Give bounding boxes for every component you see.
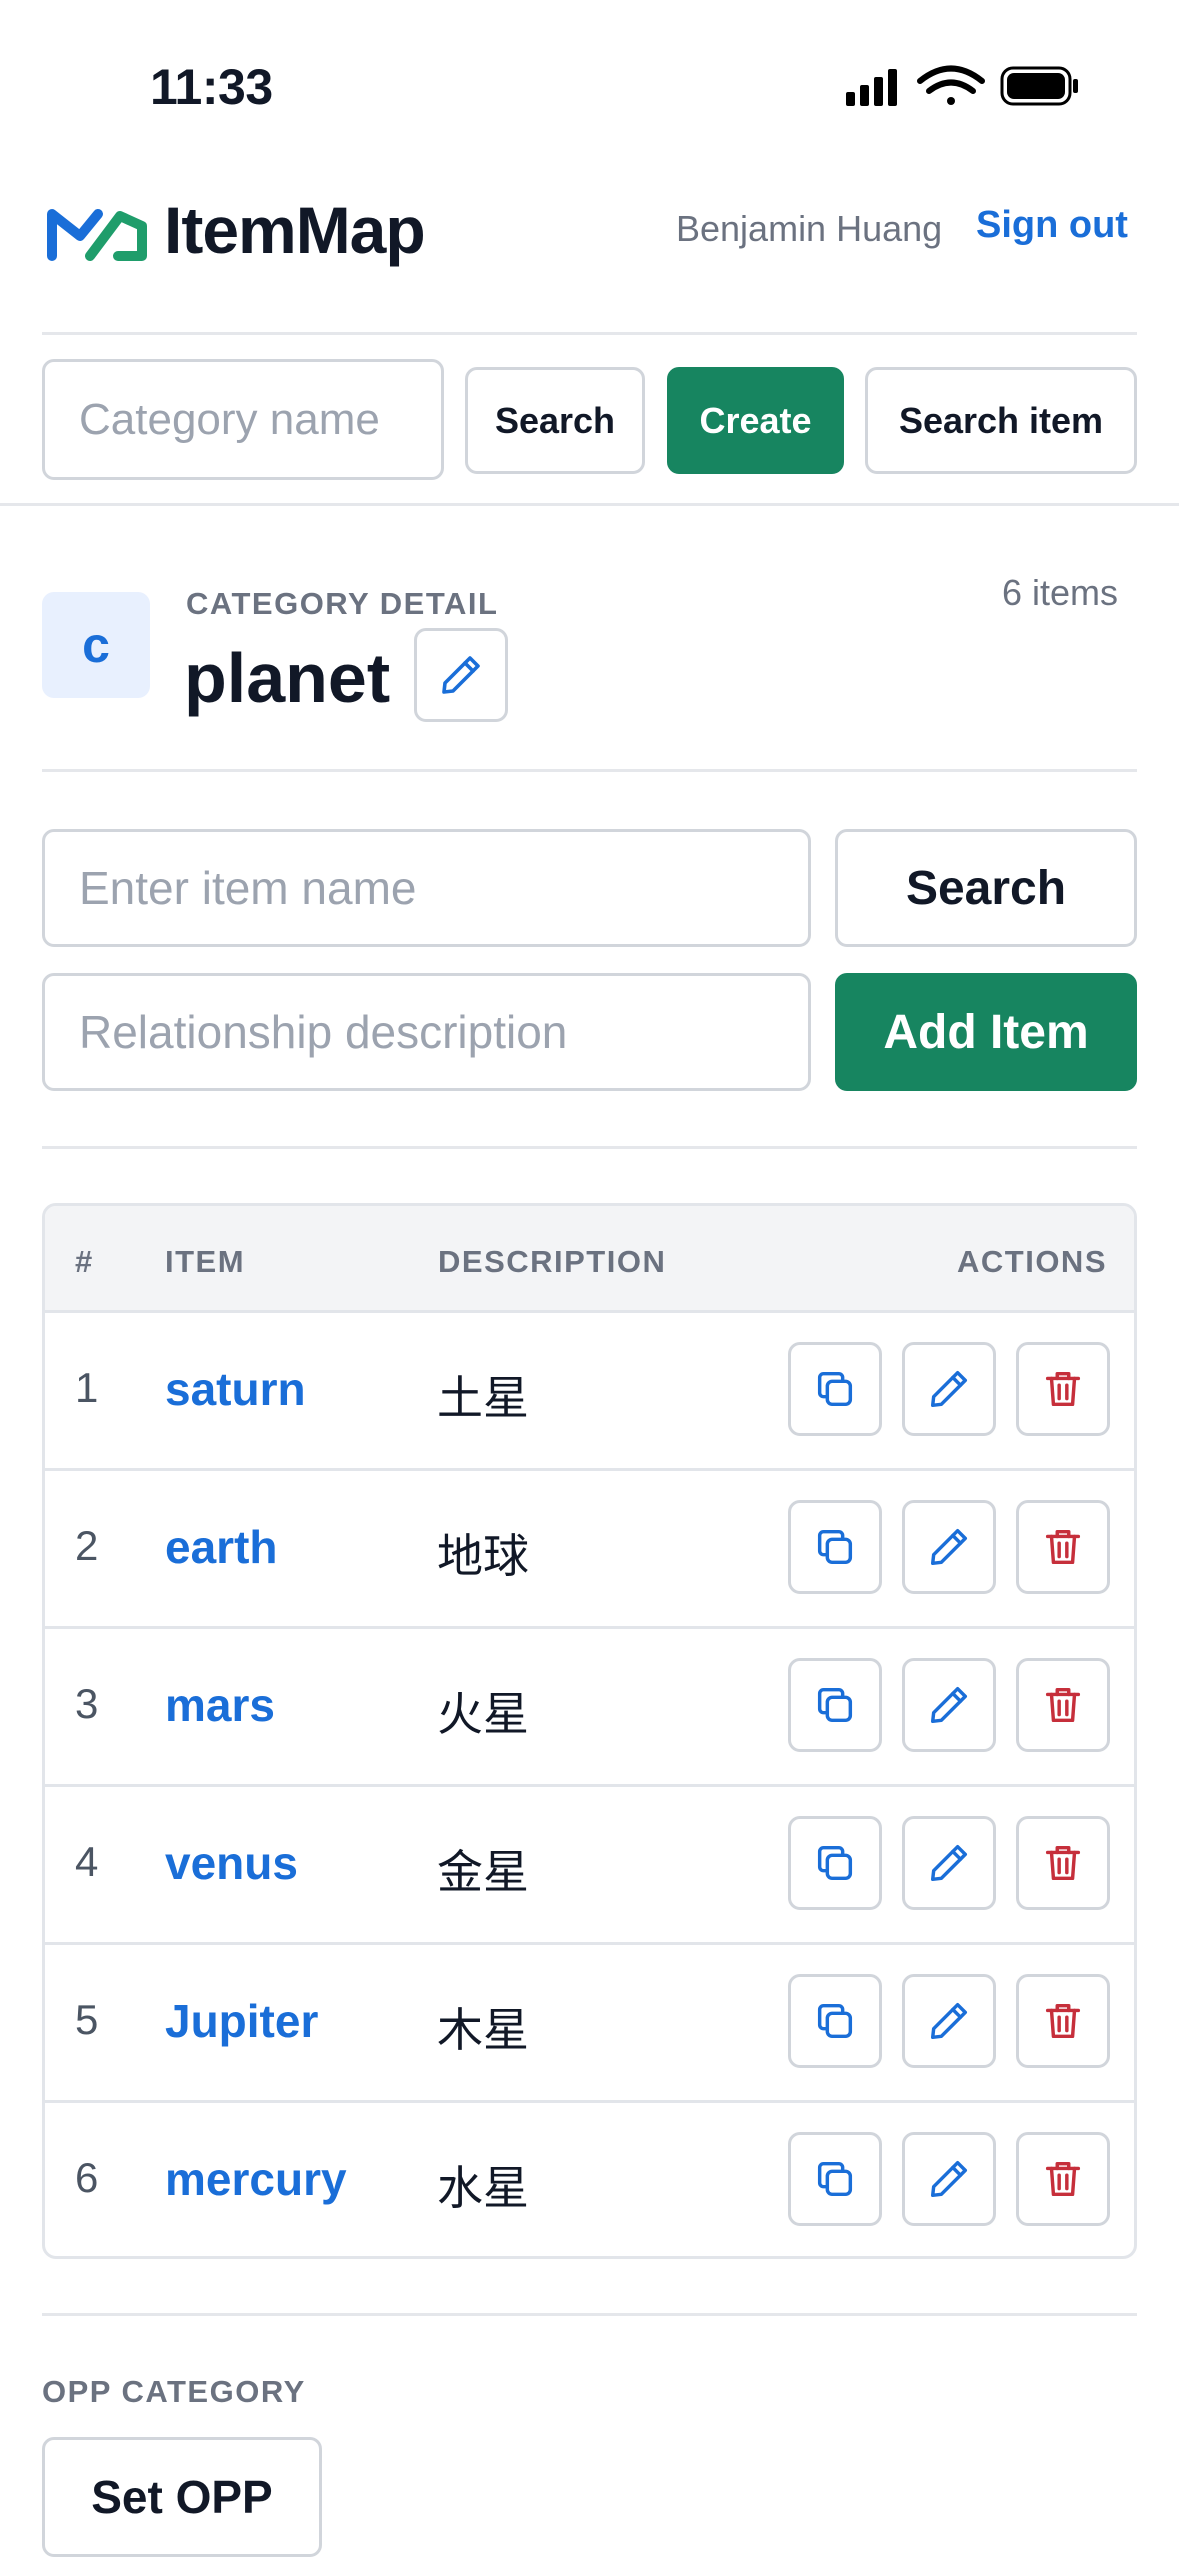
logo-icon: [47, 209, 147, 261]
trash-icon: [1045, 2003, 1081, 2039]
item-link[interactable]: saturn: [165, 1362, 306, 1416]
header-divider: [42, 332, 1137, 335]
copy-icon: [817, 1845, 853, 1881]
column-header-description: DESCRIPTION: [438, 1244, 667, 1279]
edit-category-button[interactable]: [414, 628, 508, 722]
trash-icon: [1045, 1687, 1081, 1723]
copy-icon: [817, 2003, 853, 2039]
copy-button[interactable]: [788, 1974, 882, 2068]
copy-button[interactable]: [788, 1500, 882, 1594]
set-opp-button[interactable]: Set OPP: [42, 2437, 322, 2557]
item-link[interactable]: mars: [165, 1678, 275, 1732]
table-row: 5 Jupiter 木星: [45, 1942, 1134, 2103]
create-button[interactable]: Create: [667, 367, 844, 474]
item-count: 6 items: [1002, 572, 1119, 613]
copy-icon: [817, 1529, 853, 1565]
copy-icon: [817, 1371, 853, 1407]
sign-out-link[interactable]: Sign out: [976, 204, 1128, 247]
delete-item-button[interactable]: [1016, 1500, 1110, 1594]
item-link[interactable]: earth: [165, 1520, 277, 1574]
pencil-icon: [930, 1686, 968, 1724]
item-description: 水星: [437, 2161, 529, 2215]
copy-button[interactable]: [788, 1342, 882, 1436]
copy-button[interactable]: [788, 1658, 882, 1752]
trash-icon: [1045, 1529, 1081, 1565]
category-name: planet: [184, 639, 391, 717]
column-header-number: #: [75, 1244, 94, 1279]
add-item-button[interactable]: Add Item: [835, 973, 1137, 1091]
item-description: 火星: [437, 1687, 529, 1741]
copy-button[interactable]: [788, 1816, 882, 1910]
edit-item-button[interactable]: [902, 1974, 996, 2068]
app-name: ItemMap: [164, 193, 426, 267]
delete-item-button[interactable]: [1016, 2132, 1110, 2226]
item-link[interactable]: venus: [165, 1836, 298, 1890]
pencil-icon: [930, 1844, 968, 1882]
table-header: # ITEM DESCRIPTION ACTIONS: [45, 1206, 1134, 1313]
form-divider: [42, 1146, 1137, 1149]
pencil-icon: [930, 1370, 968, 1408]
column-header-actions: ACTIONS: [957, 1244, 1107, 1279]
copy-button[interactable]: [788, 2132, 882, 2226]
pencil-icon: [442, 656, 480, 694]
pencil-icon: [930, 2160, 968, 2198]
row-number: 1: [75, 1364, 99, 1411]
relationship-description-input[interactable]: [42, 973, 811, 1091]
trash-icon: [1045, 1371, 1081, 1407]
table-divider: [42, 2313, 1137, 2316]
battery-icon: [1000, 66, 1078, 106]
item-description: 土星: [437, 1371, 529, 1425]
item-description: 金星: [437, 1845, 529, 1899]
item-search-button[interactable]: Search: [835, 829, 1137, 947]
user-name: Benjamin Huang: [676, 208, 943, 249]
category-detail-label: CATEGORY DETAIL: [186, 586, 499, 621]
copy-icon: [817, 1687, 853, 1723]
category-search-input[interactable]: [42, 359, 444, 480]
item-link[interactable]: Jupiter: [165, 1994, 318, 2048]
edit-item-button[interactable]: [902, 1500, 996, 1594]
item-description: 木星: [437, 2003, 529, 2057]
search-item-button[interactable]: Search item: [865, 367, 1137, 474]
trash-icon: [1045, 2161, 1081, 2197]
item-description: 地球: [437, 1529, 529, 1583]
row-number: 4: [75, 1838, 99, 1885]
table-row: 2 earth 地球: [45, 1468, 1134, 1629]
row-number: 5: [75, 1996, 99, 2043]
table-row: 1 saturn 土星: [45, 1310, 1134, 1471]
item-link[interactable]: mercury: [165, 2152, 347, 2206]
delete-item-button[interactable]: [1016, 1658, 1110, 1752]
pencil-icon: [930, 1528, 968, 1566]
edit-item-button[interactable]: [902, 1342, 996, 1436]
status-icons: [840, 62, 1080, 112]
app-logo[interactable]: ItemMap: [40, 178, 440, 282]
delete-item-button[interactable]: [1016, 1974, 1110, 2068]
toolbar-divider: [0, 503, 1179, 506]
cellular-signal-icon: [846, 69, 897, 106]
trash-icon: [1045, 1845, 1081, 1881]
category-search-button[interactable]: Search: [465, 367, 645, 474]
row-number: 2: [75, 1522, 99, 1569]
table-row: 3 mars 火星: [45, 1626, 1134, 1787]
edit-item-button[interactable]: [902, 1658, 996, 1752]
edit-item-button[interactable]: [902, 2132, 996, 2226]
delete-item-button[interactable]: [1016, 1816, 1110, 1910]
copy-icon: [817, 2161, 853, 2197]
column-header-item: ITEM: [165, 1244, 246, 1279]
status-time: 11:33: [150, 59, 273, 115]
pencil-icon: [930, 2002, 968, 2040]
table-row: 4 venus 金星: [45, 1784, 1134, 1945]
wifi-icon: [917, 65, 985, 105]
edit-item-button[interactable]: [902, 1816, 996, 1910]
opp-category-label: OPP CATEGORY: [42, 2374, 306, 2409]
item-name-input[interactable]: [42, 829, 811, 947]
row-number: 6: [75, 2154, 99, 2201]
table-row: 6 mercury 水星: [45, 2100, 1134, 2256]
items-table: # ITEM DESCRIPTION ACTIONS 1 saturn 土星 2 ear…: [42, 1203, 1137, 2259]
category-avatar: c: [42, 592, 150, 698]
category-divider: [42, 769, 1137, 772]
delete-item-button[interactable]: [1016, 1342, 1110, 1436]
row-number: 3: [75, 1680, 99, 1727]
